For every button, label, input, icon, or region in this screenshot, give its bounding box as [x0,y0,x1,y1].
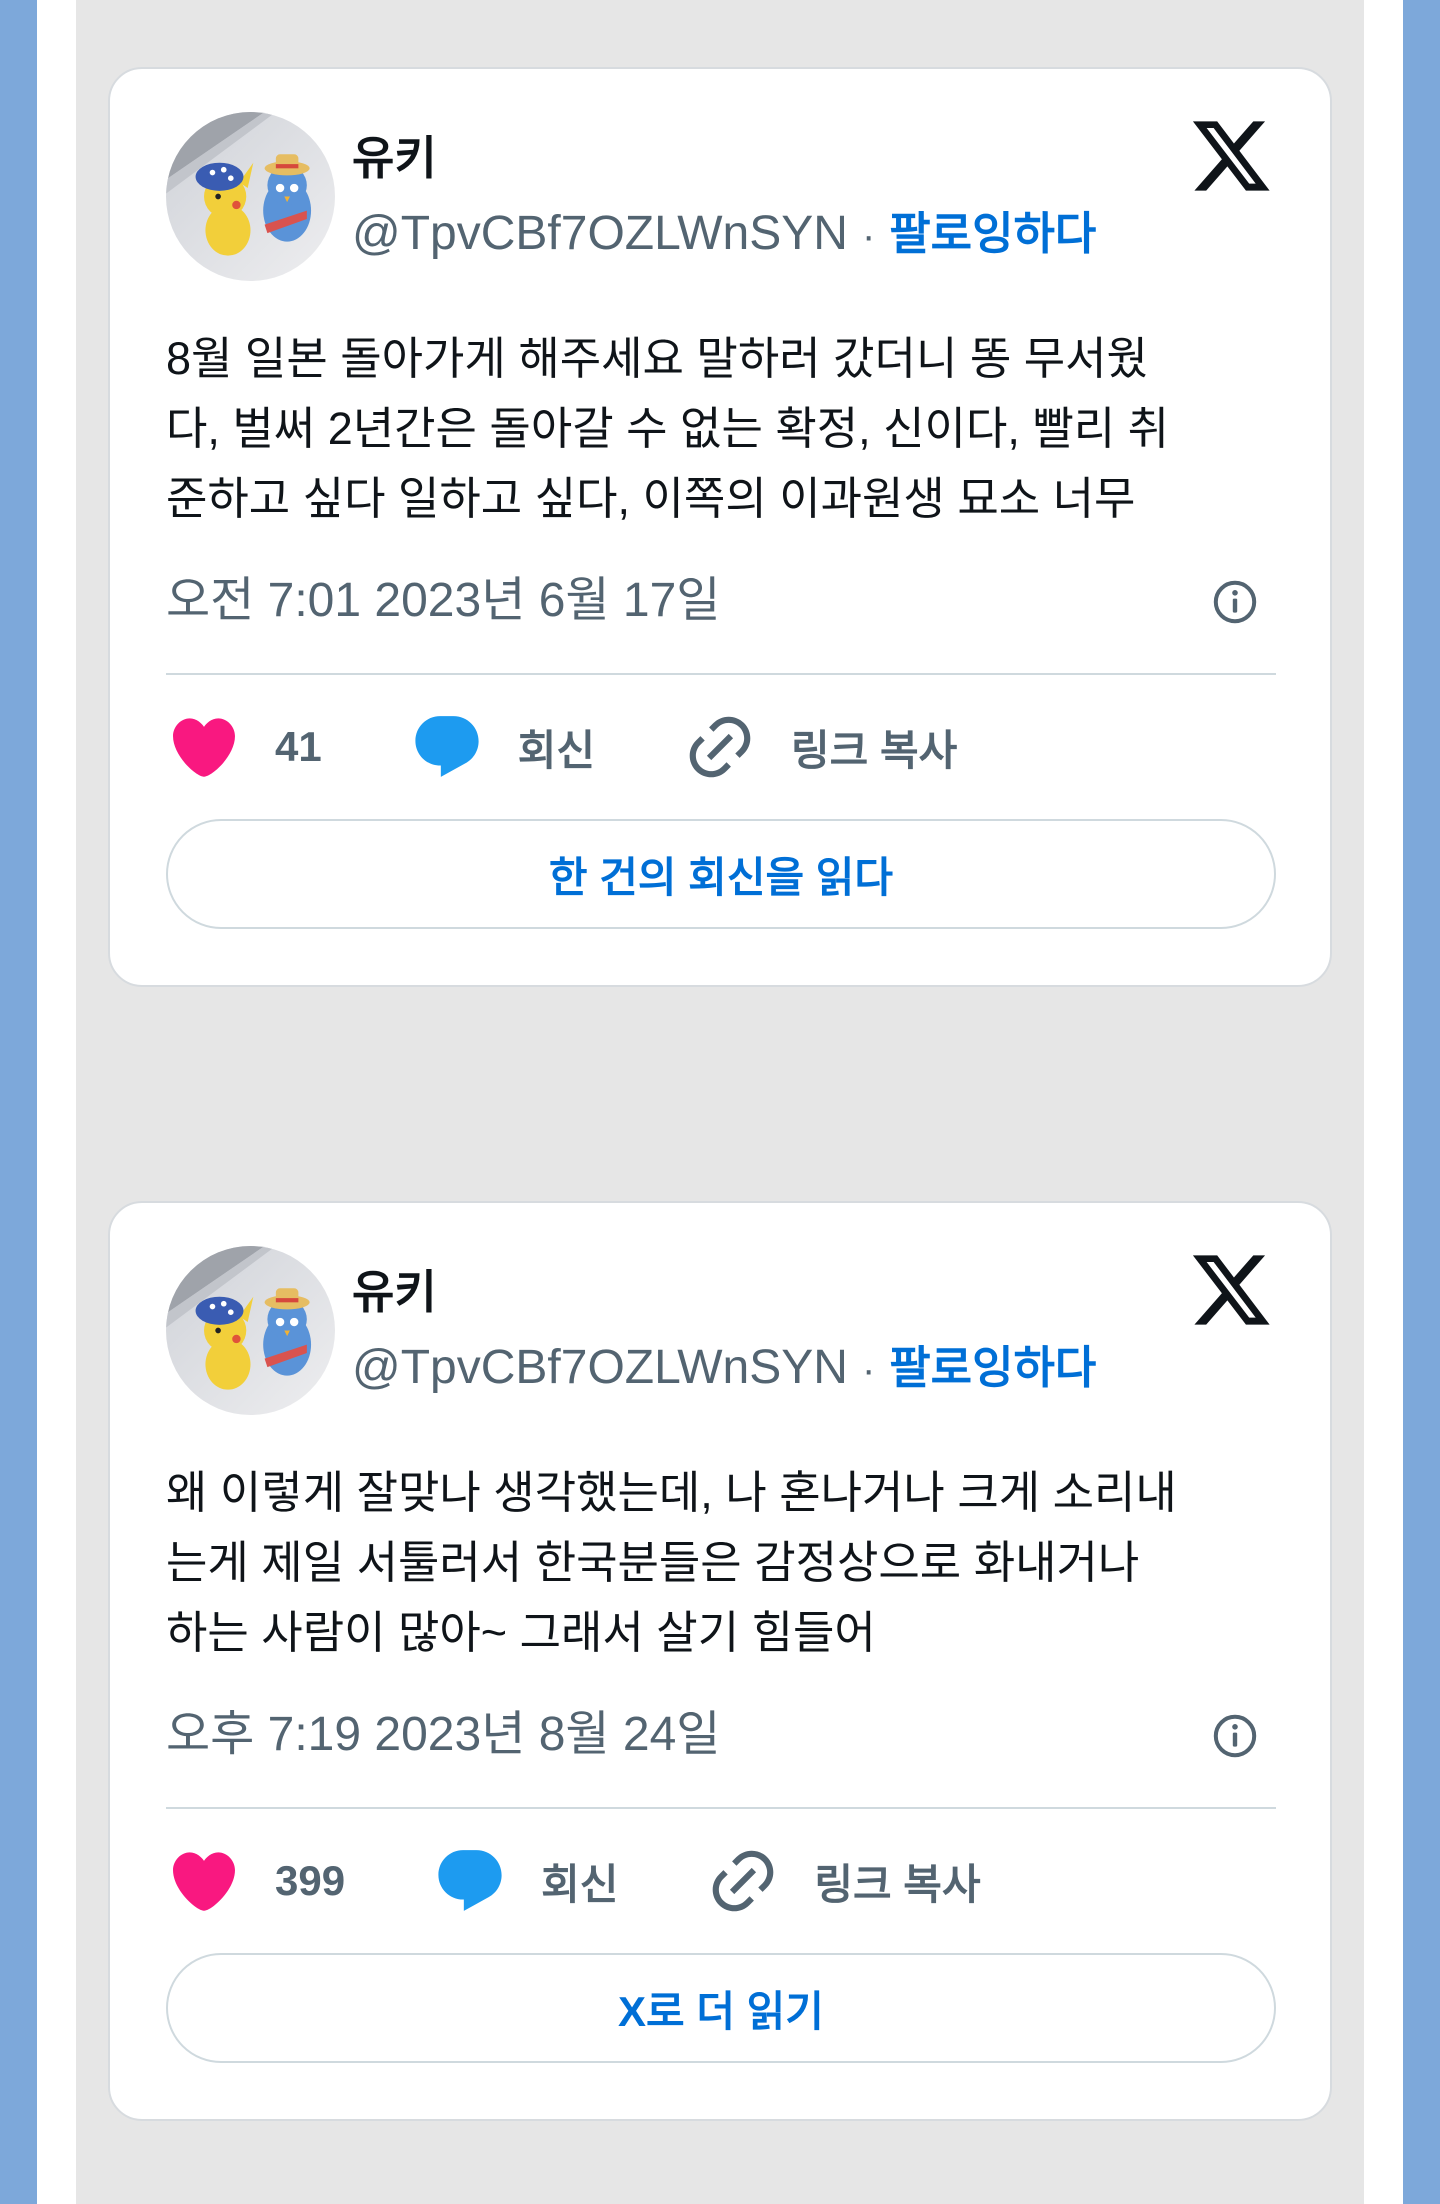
follow-link[interactable]: 팔로잉하다 [889,208,1096,259]
separator-dot: · [861,214,876,258]
heart-icon [167,710,241,784]
tweet-text-line: 다, 벌써 2년간은 돌아갈 수 없는 확정, 신이다, 빨리 취 [166,403,1170,454]
author-handle-row: @TpvCBf7OZLWnSYN · 팔로잉하다 [352,205,1096,265]
tweet-text-line: 하는 사람이 많아~ 그래서 살기 힘들어 [166,1607,876,1658]
like-count: 41 [275,723,322,770]
avatar-image [166,112,335,281]
link-icon [683,710,757,784]
separator-dot: · [861,1348,876,1392]
author-handle[interactable]: @TpvCBf7OZLWnSYN [352,207,848,260]
copy-link-label: 링크 복사 [791,726,958,774]
avatar[interactable] [166,112,335,281]
tweet-embed-card: 유키 @TpvCBf7OZLWnSYN · 팔로잉하다 왜 이렇게 잘맞나 생각했는… [108,1201,1332,2121]
read-replies-button[interactable]: 한 건의 회신을 읽다 [166,819,1276,929]
copy-link-button[interactable]: 링크 복사 [683,710,957,784]
like-button[interactable]: 41 [167,710,322,784]
tweet-text-line: 왜 이렇게 잘맞나 생각했는데, 나 혼나거나 크게 소리내 [166,1467,1177,1518]
x-logo-icon[interactable] [1192,1252,1272,1328]
copy-link-label: 링크 복사 [814,1860,981,1908]
author-handle[interactable]: @TpvCBf7OZLWnSYN [352,1341,848,1394]
reply-button[interactable]: 회신 [433,1844,618,1918]
reply-button[interactable]: 회신 [410,710,595,784]
tweet-text: 8월 일본 돌아가게 해주세요 말하러 갔더니 똥 무서웠 다, 벌써 2년간은… [166,324,1276,534]
speech-bubble-icon [410,710,484,784]
x-logo-icon[interactable] [1192,118,1272,194]
copy-link-button[interactable]: 링크 복사 [706,1844,981,1918]
author-name[interactable]: 유키 [352,129,437,187]
divider [166,673,1276,675]
tweet-actions: 399 회신 링크 복사 [167,1844,1069,1918]
author-handle-row: @TpvCBf7OZLWnSYN · 팔로잉하다 [352,1339,1096,1399]
avatar[interactable] [166,1246,335,1415]
avatar-image [166,1246,335,1415]
tweet-timestamp[interactable]: 오후 7:19 2023년 8월 24일 [166,1702,720,1768]
link-icon [706,1844,780,1918]
left-page-margin [37,0,76,2204]
like-button[interactable]: 399 [167,1844,345,1918]
right-page-margin [1364,0,1403,2204]
tweet-text-line: 는게 제일 서툴러서 한국분들은 감정상으로 화내거나 [166,1537,1140,1588]
reply-label: 회신 [517,726,595,774]
heart-icon [167,1844,241,1918]
read-more-on-x-button[interactable]: X로 더 읽기 [166,1953,1276,2063]
author-name[interactable]: 유키 [352,1263,437,1321]
tweet-timestamp[interactable]: 오전 7:01 2023년 6월 17일 [166,568,720,634]
info-icon[interactable] [1211,578,1259,626]
info-icon[interactable] [1211,1712,1259,1760]
like-count: 399 [275,1857,346,1904]
speech-bubble-icon [433,1844,507,1918]
tweet-text-line: 준하고 싶다 일하고 싶다, 이쪽의 이과원생 묘소 너무 [166,473,1136,524]
tweet-text-line: 8월 일본 돌아가게 해주세요 말하러 갔더니 똥 무서웠 [166,333,1148,384]
right-side-band [1403,0,1440,2204]
left-side-band [0,0,37,2204]
tweet-text: 왜 이렇게 잘맞나 생각했는데, 나 혼나거나 크게 소리내 는게 제일 서툴러… [166,1458,1276,1668]
follow-link[interactable]: 팔로잉하다 [889,1342,1096,1393]
divider [166,1807,1276,1809]
reply-label: 회신 [541,1860,619,1908]
tweet-embed-card: 유키 @TpvCBf7OZLWnSYN · 팔로잉하다 8월 일본 돌아가게 해주세… [108,67,1332,987]
tweet-actions: 41 회신 링크 복사 [167,710,1045,784]
